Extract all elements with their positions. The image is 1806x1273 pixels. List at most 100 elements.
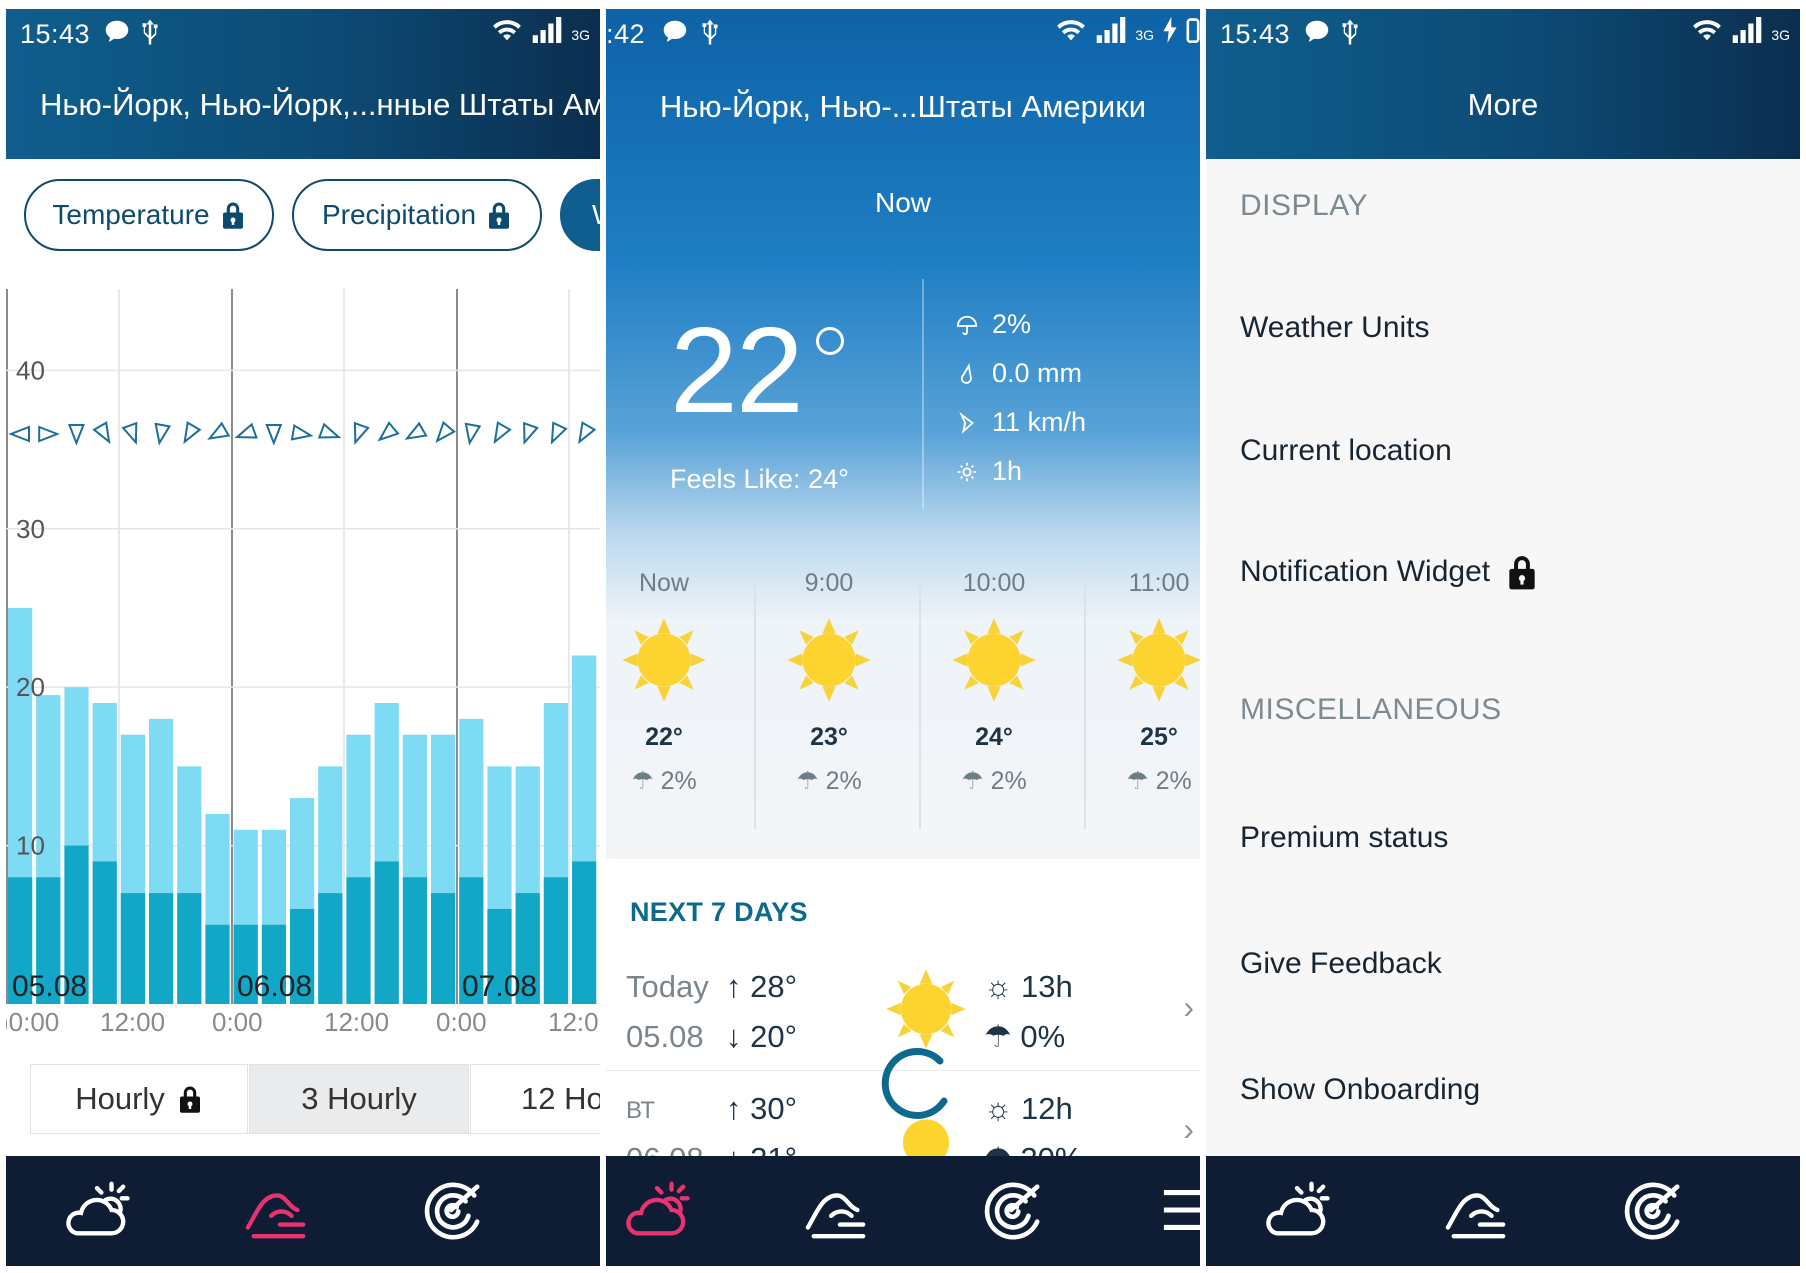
wind-arrow [435, 420, 456, 444]
pill-precipitation[interactable]: Precipitation [292, 179, 542, 251]
menu-item-show-onboarding[interactable]: Show Onboarding [1240, 1073, 1480, 1107]
weather-nav-icon[interactable] [1262, 1178, 1332, 1242]
segment-3-hourly[interactable]: 3 Hourly [249, 1064, 469, 1134]
hour-temp: 22° [645, 723, 683, 751]
forecast-chart-panel: 15:43 3G Нью-Йорк, Нью-Йорк,...нные Штат… [6, 9, 600, 1266]
bar-partial [205, 924, 230, 1004]
bar-partial [318, 893, 343, 1004]
hour-precip: ☂ 2% [961, 767, 1027, 795]
pill-temperature[interactable]: Temperature [24, 179, 274, 251]
bar-partial [543, 877, 568, 1004]
chat-icon [663, 20, 687, 42]
wind-arrow [38, 425, 60, 443]
hour-time: 10:00 [962, 569, 1026, 597]
location-title[interactable]: Нью-Йорк, Нью-Йорк,...нные Штаты Ам [40, 87, 600, 123]
hour-column[interactable]: 9:00 23° ☂ 2% [754, 569, 904, 796]
hour-column[interactable]: 10:00 24° ☂ 2% [919, 569, 1069, 796]
app-bar: 15:43 3G Нью-Йорк, Нью-Йорк,...нные Штат… [6, 9, 600, 159]
hour-precip: ☂ 2% [1126, 767, 1192, 795]
wind-arrow [578, 421, 597, 445]
wind-arrow [290, 423, 314, 441]
chat-icon [1305, 20, 1329, 42]
menu-item-premium-status[interactable]: Premium status [1240, 821, 1448, 855]
hour-temp: 23° [810, 723, 848, 751]
x-tick-label: 0:00 [212, 1007, 263, 1037]
detail-value: 11 km/h [992, 407, 1087, 437]
menu-icon[interactable] [1158, 1178, 1200, 1242]
wind-arrow [550, 421, 568, 445]
chevron-right-icon: › [1183, 1111, 1194, 1147]
day-name: ВТ [626, 1097, 656, 1124]
charging-icon [1163, 17, 1177, 43]
wind-arrow [183, 421, 202, 445]
y-tick-label: 10 [16, 831, 45, 861]
wind-arrow [523, 421, 539, 446]
pill-wind[interactable]: W [560, 179, 600, 251]
segment-label: 3 Hourly [301, 1081, 417, 1116]
lock-icon [220, 200, 246, 230]
network-type: 3G [1135, 27, 1154, 43]
bottom-navigation [6, 1156, 600, 1266]
sunny-icon [787, 618, 871, 702]
wind-arrow [317, 422, 342, 439]
drop-icon [960, 362, 972, 384]
day-date: 05.08 [626, 1019, 704, 1054]
menu-item-current-location[interactable]: Current location [1240, 434, 1452, 468]
location-title[interactable]: Нью-Йорк, Нью-...Штаты Америки [606, 89, 1200, 125]
menu-item-notification-widget[interactable]: Notification Widget [1240, 553, 1538, 591]
pill-label: Precipitation [321, 199, 477, 230]
bar-partial [346, 877, 371, 1004]
pill-label: Temperature [52, 199, 210, 230]
chevron-right-icon: › [1183, 989, 1194, 1025]
status-bar: :42 3G [606, 9, 1200, 61]
charts-nav-icon[interactable] [242, 1178, 312, 1242]
wind-arrow [8, 425, 30, 443]
hour-time: Now [638, 569, 689, 597]
charts-nav-icon[interactable] [802, 1178, 872, 1242]
hour-column[interactable]: 11:00 25° ☂ 2% [1084, 569, 1200, 796]
segment-hourly[interactable]: Hourly [30, 1064, 248, 1134]
sun-small-icon [957, 462, 977, 481]
wind-arrow [121, 421, 138, 446]
wind-arrow [154, 422, 172, 446]
now-label: Now [874, 187, 931, 218]
detail-precip-amount: 0.0 mm [956, 358, 1082, 389]
loading-spinner-icon [881, 1048, 948, 1119]
menu-item-give-feedback[interactable]: Give Feedback [1240, 947, 1442, 981]
y-tick-label: 30 [16, 514, 45, 544]
x-tick-label: )0:00 [6, 1007, 60, 1037]
network-type: 3G [571, 27, 590, 43]
hour-column[interactable]: Now 22° ☂ 2% [606, 569, 739, 796]
feels-like: Feels Like: 24° [670, 464, 849, 494]
hour-time: 9:00 [804, 569, 854, 597]
y-tick-label: 40 [16, 355, 45, 385]
radar-nav-icon[interactable] [976, 1178, 1046, 1242]
wind-arrow [464, 422, 482, 446]
hour-time: 11:00 [1128, 569, 1190, 597]
menu-item-weather-units[interactable]: Weather Units [1240, 311, 1430, 345]
bar-partial [120, 893, 145, 1004]
segment-label: 12 Ho [521, 1081, 600, 1116]
sunny-icon [622, 618, 706, 702]
date-label: 05.08 [12, 970, 87, 1003]
umbrella-icon [956, 315, 978, 335]
wind-arrow [207, 421, 231, 440]
radar-nav-icon[interactable] [416, 1178, 486, 1242]
segment-label: Hourly [75, 1081, 165, 1116]
current-weather-panel: :42 3G Нью-Йорк, Нью-...Штаты Америки No… [606, 9, 1200, 1266]
y-tick-label: 20 [16, 672, 45, 702]
day-high: ↑ 28° [726, 969, 798, 1004]
bottom-navigation [1206, 1156, 1800, 1266]
weather-nav-icon[interactable] [622, 1178, 692, 1242]
wind-arrow [377, 421, 400, 442]
wind-arrow [404, 421, 428, 440]
charts-nav-icon[interactable] [1442, 1178, 1512, 1242]
x-tick-label: 0:00 [436, 1007, 487, 1037]
radar-nav-icon[interactable] [1616, 1178, 1686, 1242]
segment-12-hourly[interactable]: 12 Ho [470, 1064, 600, 1134]
bar-partial [92, 861, 117, 1004]
wind-arrow [67, 424, 85, 446]
pill-label: W [592, 199, 600, 231]
weather-nav-icon[interactable] [62, 1178, 132, 1242]
detail-wind: 11 km/h [956, 407, 1086, 438]
